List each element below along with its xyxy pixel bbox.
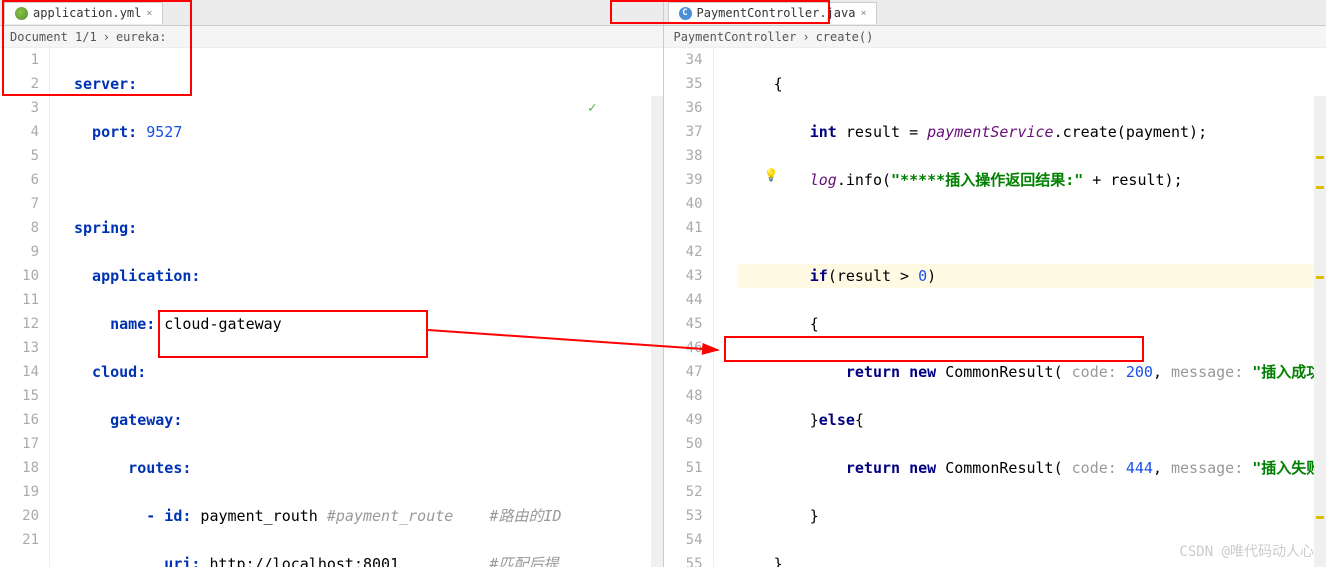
left-editor[interactable]: 123456789101112131415161718192021 server… bbox=[0, 48, 663, 567]
breadcrumb-class[interactable]: PaymentController bbox=[674, 30, 797, 44]
right-tabs: C PaymentController.java × bbox=[664, 0, 1326, 26]
right-editor[interactable]: 3435363738394041424344454647484950515253… bbox=[664, 48, 1326, 567]
java-icon: C bbox=[679, 7, 692, 20]
right-marker-column bbox=[1314, 96, 1326, 567]
watermark: CSDN @唯代码动人心 bbox=[1179, 541, 1314, 561]
left-gutter: 123456789101112131415161718192021 bbox=[0, 48, 50, 567]
breadcrumb-doc[interactable]: Document 1/1 bbox=[10, 30, 97, 44]
right-editor-pane: C PaymentController.java × PaymentContro… bbox=[664, 0, 1326, 567]
tab-paymentcontroller[interactable]: C PaymentController.java × bbox=[668, 2, 878, 24]
tab-application-yml[interactable]: application.yml × bbox=[4, 2, 163, 24]
left-code[interactable]: server: port: 9527 spring: application: … bbox=[70, 48, 663, 567]
checkmark-icon: ✓ bbox=[588, 100, 596, 116]
close-icon[interactable]: × bbox=[860, 8, 866, 19]
left-fold-column bbox=[50, 48, 70, 567]
tab-label: application.yml bbox=[33, 6, 141, 20]
left-tabs: application.yml × bbox=[0, 0, 663, 26]
breadcrumb-sep: › bbox=[103, 30, 110, 44]
left-marker-column bbox=[651, 96, 663, 567]
left-editor-pane: application.yml × Document 1/1 › eureka:… bbox=[0, 0, 664, 567]
tab-label: PaymentController.java bbox=[697, 6, 856, 20]
right-breadcrumb: PaymentController › create() bbox=[664, 26, 1326, 48]
breadcrumb-sep: › bbox=[802, 30, 809, 44]
close-icon[interactable]: × bbox=[146, 8, 152, 19]
yaml-icon bbox=[15, 7, 28, 20]
breadcrumb-path[interactable]: eureka: bbox=[116, 30, 167, 44]
right-gutter: 3435363738394041424344454647484950515253… bbox=[664, 48, 714, 567]
right-code[interactable]: { int result = paymentService.create(pay… bbox=[734, 48, 1326, 567]
left-breadcrumb: Document 1/1 › eureka: bbox=[0, 26, 663, 48]
breadcrumb-method[interactable]: create() bbox=[816, 30, 874, 44]
right-fold-column: 💡 bbox=[714, 48, 734, 567]
lightbulb-icon[interactable]: 💡 bbox=[764, 168, 779, 182]
